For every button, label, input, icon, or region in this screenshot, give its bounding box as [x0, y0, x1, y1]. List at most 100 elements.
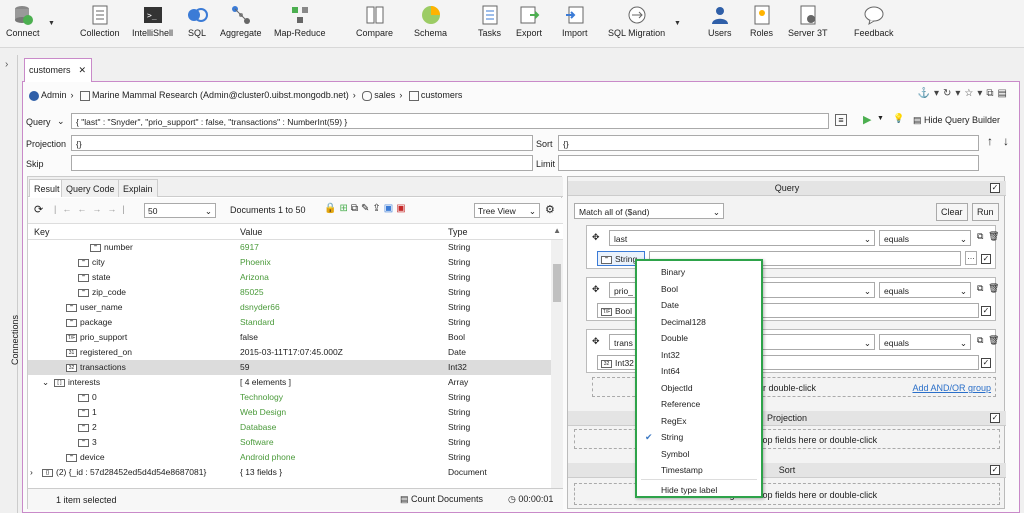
limit-input[interactable] [558, 155, 979, 171]
trash-icon[interactable]: 🗑 [988, 335, 999, 346]
map-reduce-button[interactable]: Map-Reduce [274, 4, 326, 38]
next-page-icon[interactable]: → [92, 204, 107, 214]
sql-migration-dropdown-icon[interactable]: ▼ [674, 20, 681, 27]
hide-query-builder-button[interactable]: ▤ Hide Query Builder [913, 115, 1000, 126]
tree-row[interactable]: "" package Standard String [28, 315, 563, 330]
add-and-or-group-link[interactable]: Add AND/OR group [912, 383, 991, 393]
refresh-icon[interactable]: ⟳ [34, 203, 43, 216]
connect-dropdown-icon[interactable]: ▼ [48, 20, 55, 27]
condition-checkbox[interactable]: ✓ [981, 358, 991, 368]
sort-enabled-checkbox[interactable]: ✓ [990, 465, 1000, 475]
tree-row[interactable]: › {} (2) {_id : 57d28452ed5d4d54e8687081} {… [28, 465, 563, 480]
tree-row[interactable]: T/F prio_support false Bool [28, 330, 563, 345]
trash-icon[interactable]: 🗑 [988, 231, 999, 242]
tree-row[interactable]: "" state Arizona String [28, 270, 563, 285]
tree-row[interactable]: "" 2 Database String [28, 420, 563, 435]
arrow-down-icon[interactable]: ↓ [1003, 134, 1009, 148]
ellipsis-button[interactable]: … [965, 251, 977, 265]
format-icon[interactable]: ≡ [835, 114, 847, 126]
operator-select[interactable]: equals ⌄ [879, 282, 971, 298]
skip-input[interactable] [71, 155, 533, 171]
scroll-up-icon[interactable]: ▲ [553, 226, 561, 235]
projection-enabled-checkbox[interactable]: ✓ [990, 413, 1000, 423]
sql-migration-button[interactable]: SQL Migration [608, 4, 665, 38]
arrow-up-icon[interactable]: ↑ [987, 134, 993, 148]
tree-row[interactable]: 31 registered_on 2015-03-11T17:07:45.000Z D… [28, 345, 563, 360]
tree-row[interactable]: "" zip_code 85025 String [28, 285, 563, 300]
query-history-dropdown-icon[interactable]: ⌄ [57, 116, 65, 127]
settings-gear-icon[interactable]: ⚙ [545, 203, 555, 216]
type-column-header[interactable]: Type [448, 227, 468, 237]
copy-document-icon[interactable]: ⧉ [351, 203, 361, 214]
scrollbar-thumb[interactable] [553, 264, 561, 302]
aggregate-button[interactable]: Aggregate [220, 4, 262, 38]
tree-scrollbar[interactable] [551, 240, 563, 488]
close-icon[interactable]: ✕ [78, 65, 86, 76]
condition-checkbox[interactable]: ✓ [981, 306, 991, 316]
type-menu-item[interactable]: ObjectId [661, 383, 693, 393]
type-menu-item[interactable]: Reference [661, 399, 700, 409]
star-icon[interactable]: ☆▾ [964, 88, 986, 99]
tasks-button[interactable]: Tasks [478, 4, 501, 38]
tab-result[interactable]: Result [29, 179, 65, 197]
type-menu-item[interactable]: Symbol [661, 449, 689, 459]
clear-button[interactable]: Clear [936, 203, 968, 221]
run-dropdown-icon[interactable]: ▼ [877, 115, 884, 122]
server-3t-button[interactable]: Server 3T [788, 4, 828, 38]
duplicate-icon[interactable]: ⧉ [977, 231, 983, 242]
breadcrumb-connection[interactable]: Marine Mammal Research (Admin@cluster0.u… [92, 90, 349, 100]
query-input[interactable]: { "last" : "Snyder", "prio_support" : fa… [71, 113, 829, 129]
condition-checkbox[interactable]: ✓ [981, 254, 991, 264]
anchor-icon[interactable]: ⚓▾ [918, 88, 943, 99]
expand-chevron-icon[interactable]: › [30, 465, 33, 480]
duplicate-icon[interactable]: ⧉ [977, 335, 983, 346]
prev-page-icon[interactable]: ← [77, 204, 92, 214]
move-icon[interactable]: ✥ [592, 232, 600, 243]
tree-row[interactable]: "" 3 Software String [28, 435, 563, 450]
tree-row[interactable]: "" user_name dsnyder66 String [28, 300, 563, 315]
query-enabled-checkbox[interactable]: ✓ [990, 183, 1000, 193]
move-icon[interactable]: ✥ [592, 284, 600, 295]
compare-button[interactable]: Compare [356, 4, 393, 38]
sql-button[interactable]: SQL [186, 4, 208, 38]
operator-select[interactable]: equals ⌄ [879, 230, 971, 246]
export-document-icon[interactable]: ⇪ [372, 203, 383, 214]
type-menu-item[interactable]: Double [661, 333, 688, 343]
last-page-icon[interactable]: →| [107, 204, 130, 214]
tree-row[interactable]: "" city Phoenix String [28, 255, 563, 270]
connections-sidebar[interactable]: › Connections [0, 55, 20, 513]
view-mode-select[interactable]: Tree View ⌄ [474, 203, 540, 218]
feedback-button[interactable]: Feedback [854, 4, 894, 38]
tree-row[interactable]: "" 1 Web Design String [28, 405, 563, 420]
tab-customers[interactable]: customers ✕ [24, 58, 92, 82]
run-query-icon[interactable]: ▶ [863, 113, 871, 126]
history-icon[interactable]: ↻▾ [943, 88, 964, 99]
type-menu-item[interactable]: Int64 [661, 366, 680, 376]
type-menu-item[interactable]: RegEx [661, 416, 687, 426]
import-button[interactable]: Import [562, 4, 588, 38]
breadcrumb-database[interactable]: sales [374, 90, 395, 100]
type-menu-item[interactable]: Date [661, 300, 679, 310]
projection-input[interactable]: {} [71, 135, 533, 151]
connect-button[interactable]: Connect [6, 4, 40, 38]
tree-row[interactable]: 32 transactions 59 Int32 [28, 360, 563, 375]
copy-icon[interactable]: ⧉ [986, 88, 997, 99]
count-documents-button[interactable]: ▤ Count Documents [400, 494, 483, 505]
edit-document-icon[interactable]: ✎ [361, 203, 372, 214]
type-menu-item[interactable]: Int32 [661, 350, 680, 360]
paste-icon[interactable]: ▤ [998, 88, 1011, 99]
lock-icon[interactable]: 🔒 [324, 203, 339, 214]
run-button[interactable]: Run [972, 203, 999, 221]
type-menu-item[interactable]: Decimal128 [661, 317, 706, 327]
export-button[interactable]: Export [516, 4, 542, 38]
trash-icon[interactable]: 🗑 [988, 283, 999, 294]
tree-row[interactable]: "" number 6917 String [28, 240, 563, 255]
operator-select[interactable]: equals ⌄ [879, 334, 971, 350]
delete-document-icon[interactable]: ▣ [396, 203, 408, 214]
chart-icon[interactable]: ▣ [384, 203, 396, 214]
duplicate-icon[interactable]: ⧉ [977, 283, 983, 294]
key-column-header[interactable]: Key [34, 227, 50, 237]
move-icon[interactable]: ✥ [592, 336, 600, 347]
sort-input[interactable]: {} [558, 135, 979, 151]
page-size-select[interactable]: 50 ⌄ [144, 203, 216, 218]
